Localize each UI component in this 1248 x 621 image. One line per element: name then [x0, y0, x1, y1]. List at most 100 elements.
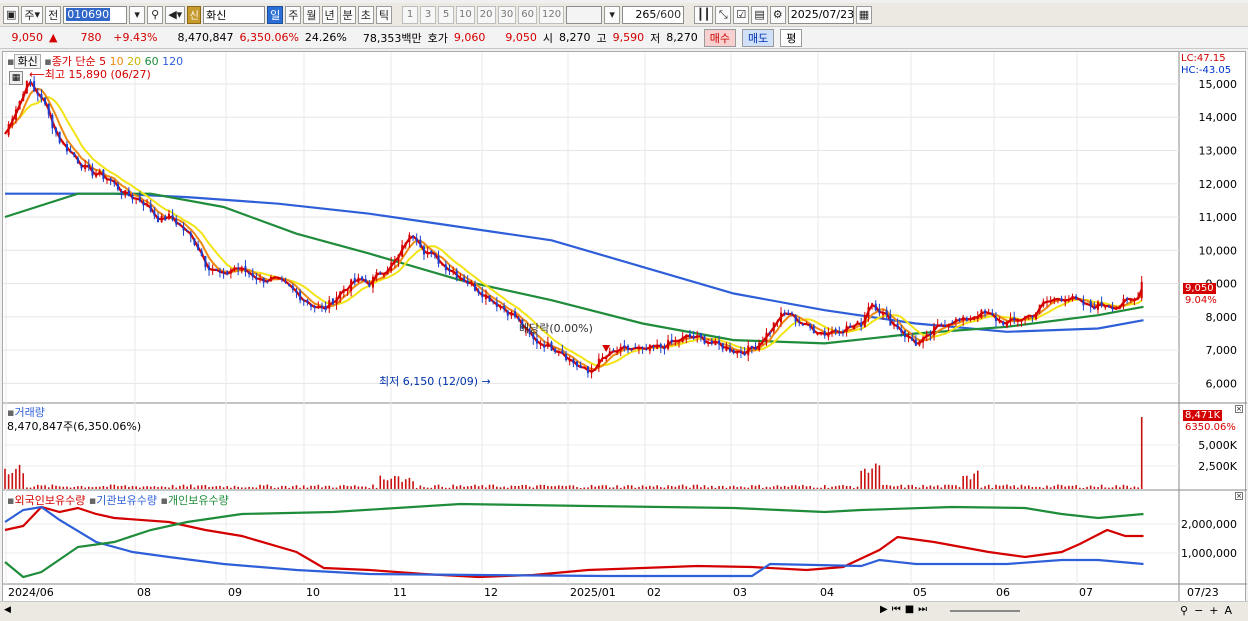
volume-bar [281, 485, 283, 489]
candle-body [969, 318, 972, 320]
scroll-bar[interactable]: ◀ ▶ ⏮ ■ ⏭ ⚲ − + A [0, 601, 1248, 621]
interval-60[interactable]: 60 [518, 5, 537, 24]
candle-body [645, 349, 648, 351]
volume-bar [1035, 486, 1037, 489]
volume-bar [915, 486, 917, 489]
tab-yearly[interactable]: 년 [321, 5, 338, 24]
interval-input[interactable] [566, 5, 603, 24]
draw-icon[interactable]: ⤡ [715, 5, 732, 24]
price-change: 780 [80, 31, 102, 44]
chart-area[interactable]: 15,000 14,000 13,000 12,000 11,000 10,000 9,00… [2, 51, 1247, 604]
interval-10[interactable]: 10 [456, 5, 475, 24]
interval-3[interactable]: 3 [420, 5, 437, 24]
tab-tick[interactable]: 틱 [375, 5, 393, 24]
tab-monthly[interactable]: 월 [303, 5, 320, 24]
save-icon[interactable]: ▤ [751, 5, 768, 24]
search-icon[interactable]: ⚲ [147, 5, 164, 24]
candle-body [940, 324, 943, 326]
play-icon[interactable]: ▶ [880, 604, 888, 615]
calculator-icon[interactable]: ▦ [9, 71, 23, 85]
volume-bar [696, 484, 699, 489]
volume-bar [321, 487, 323, 489]
candle-body [922, 337, 925, 343]
gear-icon[interactable]: ⚙ [769, 5, 786, 24]
interval-dropdown-icon[interactable]: ▾ [604, 5, 621, 24]
volume-bar [980, 487, 983, 489]
date-input[interactable]: 2025/07/23 [787, 5, 854, 24]
count-field[interactable]: 265/600 [622, 5, 685, 24]
volume-bar [22, 473, 25, 489]
eval-button[interactable]: 평 [780, 28, 803, 47]
interval-120[interactable]: 120 [538, 5, 565, 24]
y-tick-label: 10,000 [1199, 244, 1238, 257]
volume-bar [612, 487, 615, 489]
chart-svg[interactable]: 15,00014,00013,00012,00011,00010,0009,00… [3, 52, 1247, 604]
legend-foreign: 외국인보유수량 [14, 494, 86, 507]
candle-body [302, 299, 305, 301]
low-price: 8,270 [666, 31, 698, 44]
volume-bar [33, 486, 35, 489]
candle-body [1133, 299, 1136, 301]
volume-bar [350, 486, 352, 489]
price-change-pct: +9.43% [113, 31, 158, 44]
close-icon[interactable]: × [1235, 492, 1243, 500]
check-icon[interactable]: ☑ [733, 5, 750, 24]
buy-button[interactable]: 매수 [703, 28, 736, 47]
prev-button[interactable]: 전 [45, 5, 62, 24]
candle-body [69, 151, 72, 153]
interval-30[interactable]: 30 [497, 5, 517, 24]
volume-bar [324, 485, 327, 489]
tab-weekly[interactable]: 주 [285, 5, 302, 24]
sound-icon[interactable]: ◀▾ [165, 5, 186, 24]
candle-body [1093, 307, 1096, 310]
tab-minute[interactable]: 분 [339, 5, 356, 24]
volume-bar [386, 480, 389, 489]
candle-body [557, 352, 560, 354]
candle-body [313, 306, 316, 308]
tab-second[interactable]: 초 [357, 5, 374, 24]
candle-body [215, 268, 218, 271]
scroll-left-icon[interactable]: ◀ [4, 605, 11, 615]
zoom-in-icon[interactable]: + [1209, 604, 1218, 617]
zoom-out-icon[interactable]: − [1194, 604, 1203, 617]
candle-body [718, 340, 721, 345]
stock-name-field[interactable]: 화신 [203, 5, 266, 24]
candle-body [127, 190, 130, 197]
window-icon[interactable]: ▣ [3, 5, 20, 24]
font-icon[interactable]: A [1225, 604, 1233, 617]
stock-code-input[interactable]: 010690 [63, 5, 128, 24]
period-select[interactable]: 주 ▾ [21, 5, 44, 24]
close-icon[interactable]: × [1235, 405, 1243, 413]
volume-bar [539, 484, 542, 489]
candle-icon[interactable]: ┃┃ [694, 5, 714, 24]
rewind-icon[interactable]: ⏮ [892, 604, 901, 615]
volume-bar [805, 486, 808, 489]
forward-icon[interactable]: ⏭ [918, 604, 927, 615]
zoom-slider[interactable] [950, 610, 1020, 612]
interval-20[interactable]: 20 [476, 5, 496, 24]
volume-bar [729, 486, 731, 489]
volume-bar [226, 486, 229, 489]
volume-bar [838, 485, 841, 489]
search-icon[interactable]: ⚲ [1180, 604, 1188, 617]
stop-icon[interactable]: ■ [905, 604, 914, 615]
volume-bar [1097, 487, 1099, 489]
candle-body [386, 269, 389, 275]
candle-body [200, 250, 203, 257]
volume-bar [466, 486, 469, 489]
candle-body [229, 269, 232, 274]
sell-button[interactable]: 매도 [741, 28, 775, 47]
volume-bar [576, 487, 578, 489]
interval-1[interactable]: 1 [402, 5, 419, 24]
calendar-icon[interactable]: ▦ [855, 5, 873, 24]
volume-bar [106, 486, 108, 489]
candle-body [280, 278, 283, 281]
interval-5[interactable]: 5 [438, 5, 455, 24]
candle-body [994, 317, 997, 322]
x-axis-label: 03 [733, 586, 747, 599]
code-dropdown-icon[interactable]: ▾ [129, 5, 146, 24]
volume-bar [248, 486, 250, 489]
tab-daily[interactable]: 일 [267, 5, 284, 24]
volume-bar [481, 485, 484, 489]
candle-body [495, 302, 498, 307]
